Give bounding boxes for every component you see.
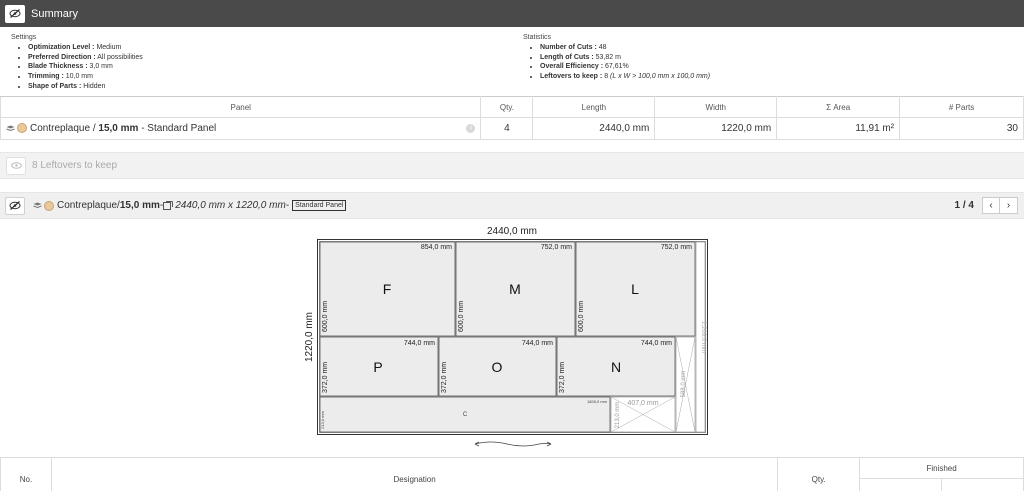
- settings-section: Settings Optimization Level : Medium Pre…: [11, 33, 491, 92]
- settings-heading: Settings: [11, 34, 37, 41]
- toggle-visibility-button[interactable]: [5, 4, 25, 23]
- svg-text:F: F: [383, 281, 392, 297]
- summary-header: Summary: [0, 0, 1024, 27]
- col-panel: Panel: [0, 96, 482, 118]
- svg-text:L: L: [631, 281, 639, 297]
- stat-item: Leftovers to keep : 8 (L x W > 100,0 mm …: [540, 72, 1003, 82]
- col-area: Σ Area: [776, 96, 901, 118]
- pager: 1 / 4 ‹ ›: [955, 197, 1018, 214]
- svg-text:588,0 mm: 588,0 mm: [681, 371, 687, 398]
- eye-slash-icon: [9, 9, 21, 18]
- svg-text:600,0 mm: 600,0 mm: [322, 301, 329, 332]
- stat-item: Number of Cuts : 48: [540, 43, 1003, 53]
- col-qty: Qty.: [480, 96, 534, 118]
- part-f[interactable]: 854,0 mm 600,0 mm F: [319, 241, 456, 337]
- panel-dimensions: 2440,0 mm x 1220,0 mm: [175, 200, 286, 211]
- svg-text:752,0 mm: 752,0 mm: [661, 244, 692, 251]
- svg-text:C: C: [463, 412, 468, 418]
- panel-length-label: 2440,0 mm: [487, 226, 537, 237]
- col-finished: Finished: [859, 457, 1024, 479]
- panel-width: 1220,0 mm: [654, 117, 778, 140]
- svg-text:744,0 mm: 744,0 mm: [522, 340, 553, 347]
- stat-item: Length of Cuts : 53,82 m: [540, 53, 1003, 63]
- stat-item: Overall Efficiency : 67,61%: [540, 62, 1003, 72]
- leftovers-bar[interactable]: 8 Leftovers to keep: [0, 152, 1024, 179]
- svg-text:854,0 mm: 854,0 mm: [421, 244, 452, 251]
- waste-right-strip: 1,209,0 mm: [695, 241, 706, 433]
- parts-table: No. Designation Qty. Finished: [0, 457, 1024, 491]
- svg-text:N: N: [611, 359, 621, 375]
- waste-bottom-block: 407,0 mm 213,0 mm: [610, 396, 676, 433]
- prev-panel-button[interactable]: ‹: [982, 197, 1000, 214]
- leftovers-label: 8 Leftovers to keep: [32, 160, 118, 171]
- svg-text:O: O: [492, 359, 503, 375]
- col-no: No.: [0, 457, 52, 491]
- setting-item: Blade Thickness : 3,0 mm: [28, 62, 491, 72]
- setting-item: Preferred Direction : All possibilities: [28, 53, 491, 63]
- statistics-heading: Statistics: [523, 34, 552, 41]
- stack-icon: [6, 125, 15, 131]
- col-qty: Qty.: [777, 457, 861, 491]
- col-finished-l: [859, 478, 943, 491]
- panel-material: Contreplaque: [57, 200, 118, 211]
- svg-text:600,0 mm: 600,0 mm: [578, 301, 585, 332]
- panel-type-badge: Standard Panel: [292, 200, 347, 211]
- panel-visibility-button[interactable]: [5, 196, 25, 215]
- material-swatch: [44, 200, 54, 211]
- part-n[interactable]: 744,0 mm 372,0 mm N: [556, 336, 676, 397]
- svg-text:372,0 mm: 372,0 mm: [559, 362, 566, 393]
- panel-bar: Contreplaque / 15,0 mm - 2440,0 mm x 122…: [0, 192, 1024, 219]
- svg-text:407,0 mm: 407,0 mm: [627, 400, 658, 407]
- table-row[interactable]: Contreplaque / 15,0 mm - Standard Panel …: [0, 117, 1024, 140]
- eye-icon: [10, 162, 22, 169]
- panel-parts: 30: [899, 117, 1024, 140]
- part-m[interactable]: 752,0 mm 600,0 mm M: [455, 241, 576, 337]
- svg-text:1,209,0 mm: 1,209,0 mm: [700, 321, 706, 353]
- col-designation: Designation: [50, 457, 779, 491]
- panel-dimensions-icon: [163, 201, 174, 210]
- setting-item: Shape of Parts : Hidden: [28, 82, 491, 92]
- svg-text:P: P: [373, 359, 382, 375]
- panel-table-header: Panel Qty. Length Width Σ Area # Parts: [0, 96, 1024, 118]
- stack-icon: [33, 202, 42, 209]
- svg-text:372,0 mm: 372,0 mm: [322, 362, 329, 393]
- part-c[interactable]: 1828,0 mm 213,0 mm C: [319, 396, 611, 433]
- statistics-section: Statistics Number of Cuts : 48 Length of…: [523, 33, 1003, 82]
- part-o[interactable]: 744,0 mm 372,0 mm O: [438, 336, 557, 397]
- panel-width-label: 1220,0 mm: [304, 312, 315, 362]
- cutting-diagram: 2440,0 mm 1220,0 mm 854,0 mm 600,0 mm F …: [0, 219, 1024, 457]
- panel-cell: Contreplaque / 15,0 mm - Standard Panel …: [0, 117, 482, 140]
- material-swatch: [17, 123, 27, 134]
- svg-text:M: M: [509, 281, 521, 297]
- svg-text:372,0 mm: 372,0 mm: [441, 362, 448, 393]
- svg-text:744,0 mm: 744,0 mm: [641, 340, 672, 347]
- col-parts: # Parts: [899, 96, 1024, 118]
- col-width: Width: [654, 96, 778, 118]
- waste-right-block: 588,0 mm: [675, 336, 696, 433]
- part-l[interactable]: 752,0 mm 600,0 mm L: [575, 241, 696, 337]
- col-length: Length: [532, 96, 656, 118]
- panel-qty: 4: [480, 117, 534, 140]
- svg-text:752,0 mm: 752,0 mm: [541, 244, 572, 251]
- svg-text:744,0 mm: 744,0 mm: [404, 340, 435, 347]
- grain-direction-icon: [474, 441, 552, 447]
- svg-text:1828,0 mm: 1828,0 mm: [587, 399, 608, 404]
- col-finished-w: [941, 478, 1024, 491]
- svg-text:213,0 mm: 213,0 mm: [615, 402, 621, 429]
- info-icon[interactable]: i: [466, 124, 476, 133]
- panel-area: 11,91 m²: [776, 117, 901, 140]
- svg-text:213,0 mm: 213,0 mm: [320, 411, 325, 429]
- panel-length: 2440,0 mm: [532, 117, 656, 140]
- panel-table: Panel Qty. Length Width Σ Area # Parts C…: [0, 96, 1024, 140]
- page-indicator: 1 / 4: [954, 200, 974, 211]
- next-panel-button[interactable]: ›: [1000, 197, 1018, 214]
- leftovers-toggle-button[interactable]: [6, 156, 26, 175]
- part-p[interactable]: 744,0 mm 372,0 mm P: [319, 336, 439, 397]
- summary-title: Summary: [31, 7, 79, 20]
- svg-text:600,0 mm: 600,0 mm: [458, 301, 465, 332]
- panel-thickness: 15,0 mm: [119, 200, 160, 211]
- setting-item: Trimming : 10,0 mm: [28, 72, 491, 82]
- setting-item: Optimization Level : Medium: [28, 43, 491, 53]
- eye-slash-icon: [9, 201, 21, 210]
